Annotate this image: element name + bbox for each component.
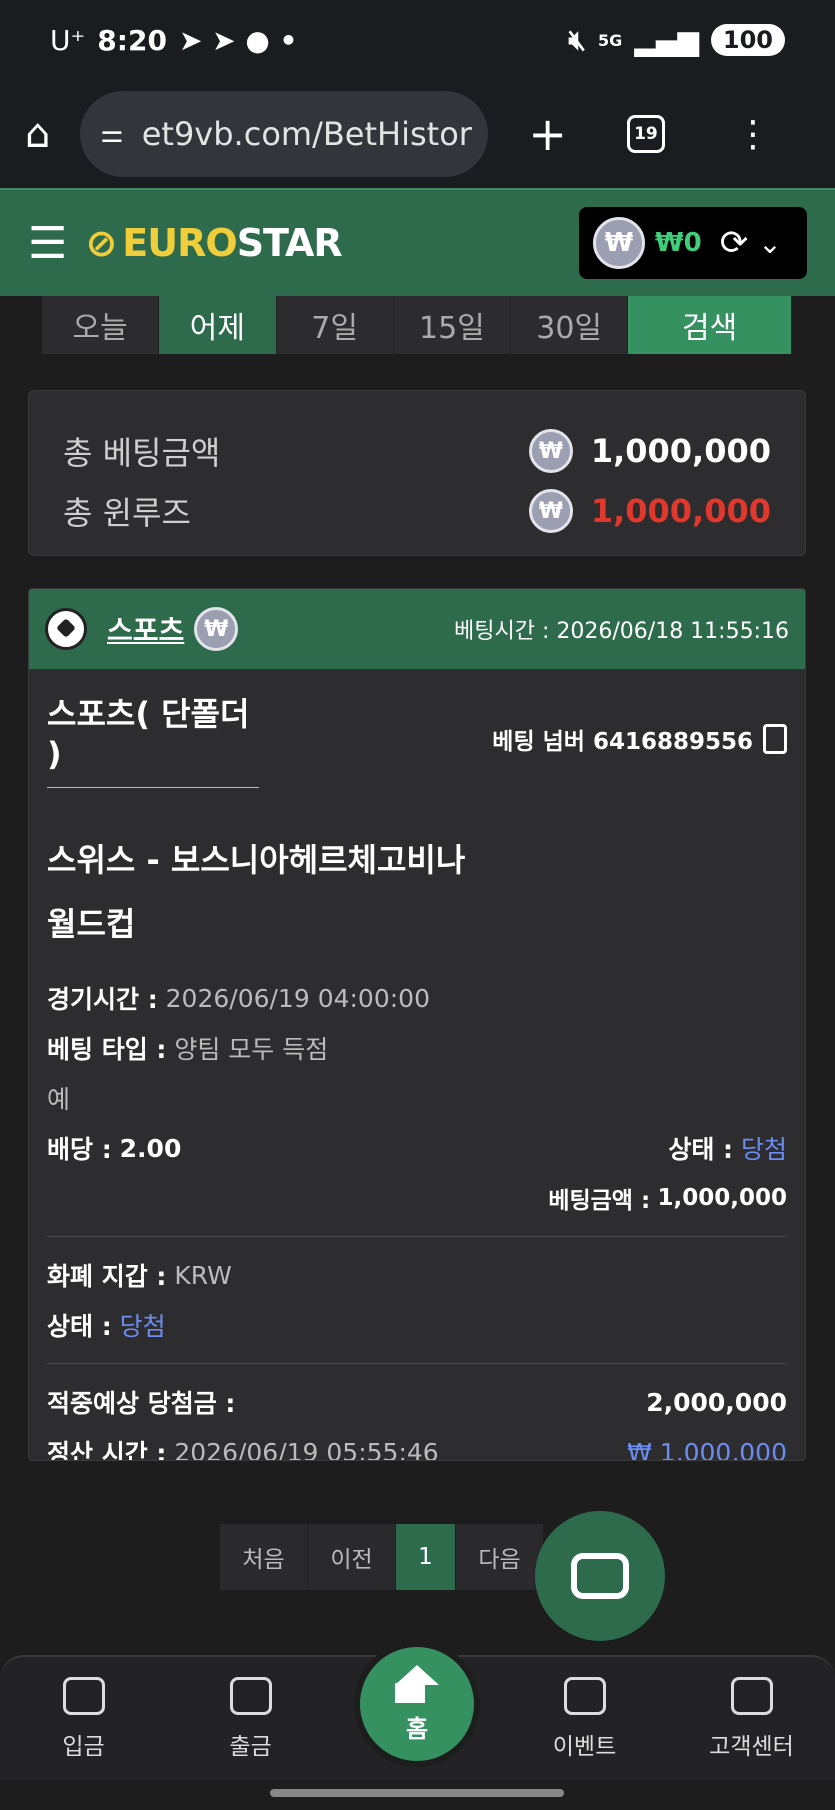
odds-label: 배당 : <box>47 1135 112 1164</box>
url-text: et9vb.com/BetHistor <box>141 115 472 153</box>
bet-amount: 1,000,000 <box>657 1185 788 1211</box>
gesture-bar[interactable] <box>270 1789 564 1797</box>
site-header: ☰ ⊘ EURO STAR ₩ ₩0 ⟳ ⌄ <box>0 188 835 296</box>
currency-label: 화폐 지갑 : <box>47 1262 167 1291</box>
filter-today[interactable]: 오늘 <box>42 296 160 354</box>
total-winloss-value: 1,000,000 <box>590 492 771 530</box>
deposit-icon <box>62 1676 105 1715</box>
total-bet-label: 총 베팅금액 <box>63 434 221 472</box>
won-coin-icon: ₩ <box>593 217 645 269</box>
bet-card: 스포츠 ₩ 베팅시간 : 2026/06/18 11:55:16 스포츠( 단폴… <box>28 588 806 1461</box>
summary-panel: 총 베팅금액 ₩1,000,000 총 윈루즈 ₩1,000,000 <box>28 390 806 556</box>
hamburger-menu-icon[interactable]: ☰ <box>28 218 67 269</box>
match-teams: 스위스 - 보스니아헤르체고비나 <box>47 841 466 879</box>
date-filter-bar: 오늘 어제 7일 15일 30일 검색 <box>42 296 792 354</box>
clock: 8:20 <box>97 23 167 57</box>
page-first[interactable]: 처음 <box>220 1524 308 1590</box>
nav-withdraw-label: 출금 <box>229 1733 272 1760</box>
settle-time-label: 정산 시간 : <box>47 1439 167 1461</box>
carrier-label: U⁺ <box>50 23 86 57</box>
home-icon <box>395 1664 439 1703</box>
battery-indicator: 100 <box>710 24 785 56</box>
bet-type: 양팀 모두 득점 <box>174 1035 329 1064</box>
nav-event[interactable]: 이벤트 <box>515 1676 655 1761</box>
logo-icon: ⊘ <box>85 221 117 265</box>
won-coin-icon: ₩ <box>528 489 573 533</box>
bet-amount-label: 베팅금액 : <box>548 1188 651 1214</box>
home-icon[interactable]: ⌂ <box>25 111 50 157</box>
wallet-widget[interactable]: ₩ ₩0 ⟳ ⌄ <box>579 207 807 279</box>
refresh-icon[interactable]: ⟳ <box>720 223 749 263</box>
status2-value: 당첨 <box>119 1312 166 1341</box>
settle-time: 2026/06/19 05:55:46 <box>174 1437 439 1461</box>
address-bar[interactable]: ⚌ et9vb.com/BetHistor <box>80 91 489 177</box>
nav-deposit[interactable]: 입금 <box>14 1676 154 1761</box>
browser-toolbar: ⌂ ⚌ et9vb.com/BetHistor + 19 ⋮ <box>0 80 835 188</box>
won-coin-icon: ₩ <box>528 429 573 473</box>
bet-card-header: 스포츠 ₩ 베팅시간 : 2026/06/18 11:55:16 <box>29 589 805 669</box>
game-time: 2026/06/19 04:00:00 <box>165 983 430 1013</box>
soccer-ball-icon <box>45 608 87 650</box>
mute-icon: 🔇︎ <box>568 23 587 56</box>
bet-number: 베팅 넘버 6416889556 <box>492 728 753 755</box>
settle-amount: ₩ 1,000,000 <box>627 1437 787 1461</box>
sport-link[interactable]: 스포츠 <box>107 609 184 649</box>
nav-withdraw[interactable]: 출금 <box>181 1676 321 1761</box>
bet-type-label: 베팅 타입 : <box>47 1035 167 1064</box>
more-menu-icon[interactable]: ⋮ <box>735 114 771 155</box>
bet-pick: 예 <box>47 1085 71 1114</box>
logo-star: STAR <box>236 221 343 265</box>
megaphone-icon <box>563 1676 606 1715</box>
site-settings-icon[interactable]: ⚌ <box>100 119 123 149</box>
logo-euro: EURO <box>122 221 237 265</box>
notification-icons: ➤ ➤ ● • <box>178 23 298 57</box>
eurostar-logo[interactable]: ⊘ EURO STAR <box>85 221 343 265</box>
nav-home[interactable]: 홈 <box>354 1641 480 1767</box>
copy-icon[interactable] <box>763 723 787 754</box>
nav-support[interactable]: 고객센터 <box>682 1676 822 1761</box>
search-button[interactable]: 검색 <box>628 296 792 354</box>
pagination: 처음 이전 1 다음 <box>220 1524 544 1590</box>
status-label: 상태 : <box>668 1135 734 1164</box>
filter-yesterday[interactable]: 어제 <box>159 296 277 354</box>
expected-win-value: 2,000,000 <box>646 1387 787 1417</box>
game-time-label: 경기시간 : <box>47 985 158 1014</box>
expected-win-label: 적중예상 당첨금 : <box>47 1389 236 1418</box>
tab-count-button[interactable]: 19 <box>626 115 665 153</box>
chat-button[interactable] <box>535 1511 665 1641</box>
odds-value: 2.00 <box>119 1133 182 1163</box>
status-bar: U⁺ 8:20 ➤ ➤ ● • 🔇︎ 5G ▂▄▆ 100 <box>0 0 835 80</box>
page-next[interactable]: 다음 <box>456 1524 544 1590</box>
won-coin-icon: ₩ <box>194 607 239 651</box>
total-winloss-label: 총 윈루즈 <box>63 494 191 532</box>
status2-label: 상태 : <box>47 1312 112 1341</box>
nav-event-label: 이벤트 <box>552 1733 617 1760</box>
match-league: 월드컵 <box>47 905 136 943</box>
nav-support-label: 고객센터 <box>709 1733 794 1760</box>
network-label: 5G <box>598 30 623 50</box>
bet-time: 2026/06/18 11:55:16 <box>556 619 789 644</box>
filter-7days[interactable]: 7일 <box>276 296 394 354</box>
chevron-down-icon[interactable]: ⌄ <box>758 227 781 260</box>
total-bet-value: 1,000,000 <box>590 432 771 470</box>
page-prev[interactable]: 이전 <box>308 1524 396 1590</box>
chat-bubble-icon <box>571 1553 629 1599</box>
nav-home-label: 홈 <box>405 1714 429 1743</box>
divider <box>47 1236 787 1237</box>
new-tab-icon[interactable]: + <box>528 107 567 161</box>
bet-time-label: 베팅시간 : <box>454 619 550 644</box>
currency-value: KRW <box>174 1260 232 1290</box>
divider <box>47 1363 787 1364</box>
wallet-balance: ₩0 <box>655 228 702 258</box>
status-value: 당첨 <box>740 1135 787 1164</box>
nav-deposit-label: 입금 <box>62 1733 105 1760</box>
support-24-icon <box>730 1676 773 1715</box>
bet-category: 스포츠( 단폴더 ) <box>47 689 259 788</box>
withdraw-icon <box>229 1676 272 1715</box>
page-1[interactable]: 1 <box>396 1524 456 1590</box>
filter-15days[interactable]: 15일 <box>393 296 511 354</box>
filter-30days[interactable]: 30일 <box>511 296 629 354</box>
signal-icon: ▂▄▆ <box>634 23 699 57</box>
